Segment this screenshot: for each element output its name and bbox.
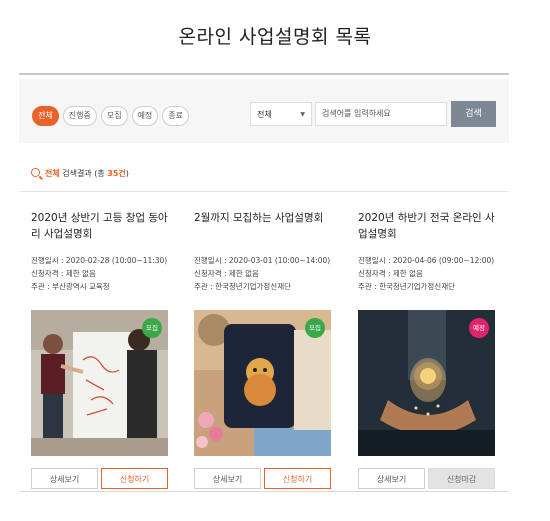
search-icon (31, 168, 40, 177)
briefing-card: 2020년 하반기 전국 온라인 사업설명회 진행일시 : 2020-04-06… (358, 210, 495, 489)
card-meta: 진행일시 : 2020-03-01 (10:00~14:00) 신청자격 : 제… (194, 254, 331, 293)
status-badge: 모집 (305, 318, 325, 338)
apply-button[interactable]: 신청하기 (101, 468, 168, 489)
card-image[interactable]: 예정 (358, 310, 495, 456)
card-actions: 상세보기 신청마감 (358, 468, 495, 489)
card-host: 주관 : 부산광역시 교육청 (31, 282, 110, 291)
detail-button[interactable]: 상세보기 (358, 468, 425, 489)
tab-upcoming[interactable]: 예정 (131, 106, 159, 126)
search-input[interactable]: 검색어를 입력하세요 (315, 102, 447, 126)
tab-ended[interactable]: 종료 (162, 106, 190, 126)
result-prefix: 전체 (45, 169, 60, 178)
tab-all[interactable]: 전체 (32, 106, 59, 126)
card-actions: 상세보기 신청하기 (31, 468, 168, 489)
briefing-card: 2020년 상반기 고등 창업 동아리 사업설명회 진행일시 : 2020-02… (31, 210, 168, 489)
status-filter-tabs: 전체 진행중 모집 예정 종료 (32, 106, 190, 126)
list-panel: 전체 진행중 모집 예정 종료 전체 ▼ 검색어를 입력하세요 검색 전체 검색… (19, 73, 509, 521)
card-image[interactable]: 모집 (194, 310, 331, 456)
tab-recruiting[interactable]: 모집 (100, 106, 128, 126)
status-badge: 예정 (469, 318, 489, 338)
filter-bar: 전체 진행중 모집 예정 종료 전체 ▼ 검색어를 입력하세요 검색 (19, 79, 509, 143)
card-meta: 진행일시 : 2020-02-28 (10:00~11:30) 신청자격 : 제… (31, 254, 168, 293)
divider (19, 191, 509, 192)
detail-button[interactable]: 상세보기 (31, 468, 98, 489)
search-button[interactable]: 검색 (451, 101, 496, 127)
detail-button[interactable]: 상세보기 (194, 468, 261, 489)
card-image[interactable]: 모집 (31, 310, 168, 456)
card-date: 진행일시 : 2020-03-01 (10:00~14:00) (194, 256, 331, 265)
card-meta: 진행일시 : 2020-04-06 (09:00~12:00) 신청자격 : 제… (358, 254, 495, 293)
result-suffix: ) (125, 169, 129, 178)
select-value: 전체 (257, 110, 272, 119)
tab-in-progress[interactable]: 진행중 (62, 106, 97, 126)
card-date: 진행일시 : 2020-04-06 (09:00~12:00) (358, 256, 495, 265)
card-title[interactable]: 2월까지 모집하는 사업설명회 (194, 210, 331, 246)
card-actions: 상세보기 신청하기 (194, 468, 331, 489)
divider (19, 491, 509, 492)
result-mid: 검색결과 (총 (59, 169, 108, 178)
status-badge: 모집 (142, 318, 162, 338)
card-eligibility: 신청자격 : 제한 없음 (194, 269, 259, 278)
card-date: 진행일시 : 2020-02-28 (10:00~11:30) (31, 256, 168, 265)
card-title[interactable]: 2020년 하반기 전국 온라인 사업설명회 (358, 210, 495, 246)
card-host: 주관 : 한국청년기업가정신재단 (194, 282, 291, 291)
card-eligibility: 신청자격 : 제한 없음 (358, 269, 423, 278)
dropdown-arrow-icon: ▼ (300, 111, 305, 118)
result-count: 35건 (107, 169, 126, 178)
briefing-card: 2월까지 모집하는 사업설명회 진행일시 : 2020-03-01 (10:00… (194, 210, 331, 489)
closed-button[interactable]: 신청마감 (428, 468, 495, 489)
page-title: 온라인 사업설명회 목록 (178, 26, 372, 48)
apply-button[interactable]: 신청하기 (264, 468, 331, 489)
search-category-select[interactable]: 전체 ▼ (250, 102, 312, 126)
card-title[interactable]: 2020년 상반기 고등 창업 동아리 사업설명회 (31, 210, 168, 246)
result-summary: 전체 검색결과 (총 35건) (31, 168, 129, 179)
card-host: 주관 : 한국청년기업가정신재단 (358, 282, 455, 291)
card-eligibility: 신청자격 : 제한 없음 (31, 269, 96, 278)
